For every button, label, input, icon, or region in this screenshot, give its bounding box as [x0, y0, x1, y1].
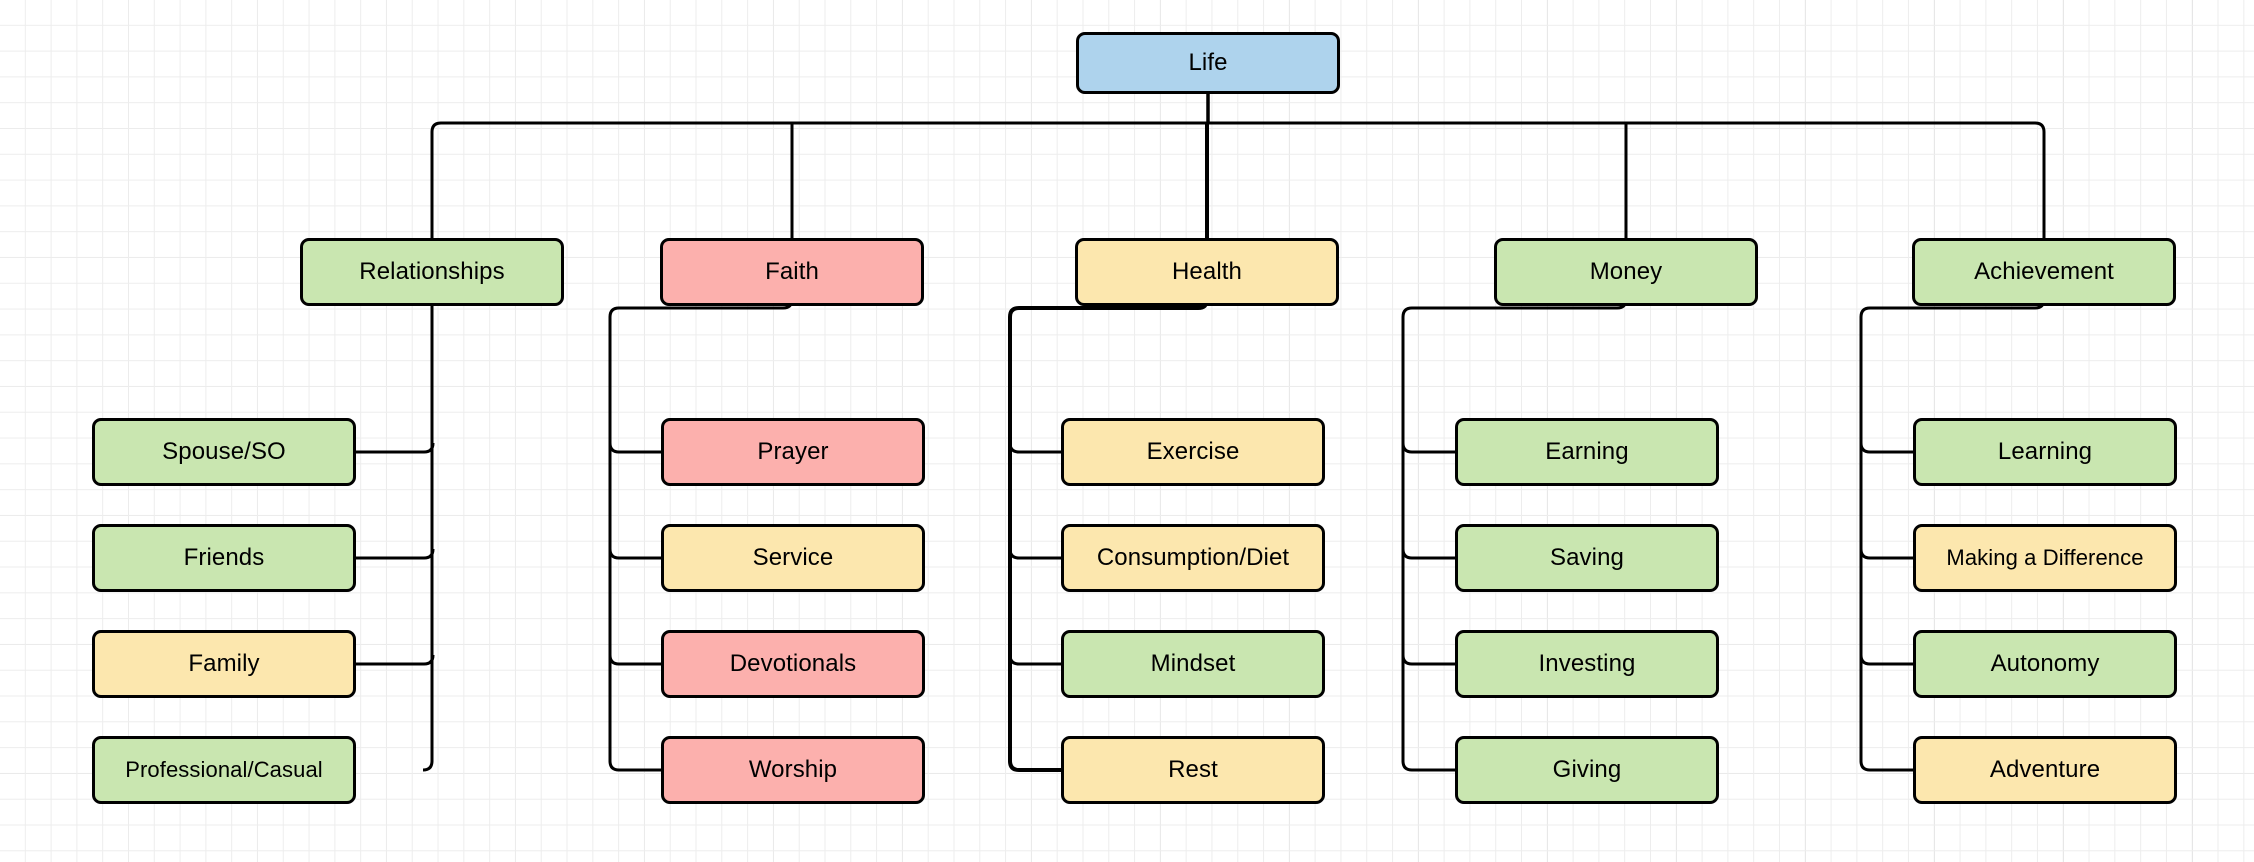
edge-leaf-1-2: [608, 654, 661, 666]
node-label: Relationships: [359, 257, 505, 285]
leaf-node-relationships-3[interactable]: Professional/Casual: [92, 736, 356, 804]
node-label: Health: [1172, 257, 1242, 285]
edge-leaf-0-2: [356, 654, 435, 666]
leaf-node-money-2[interactable]: Investing: [1455, 630, 1719, 698]
leaf-node-faith-2[interactable]: Devotionals: [661, 630, 925, 698]
edge-leaf-2-2: [1008, 654, 1061, 666]
node-label: Life: [1188, 48, 1228, 76]
branch-node-faith[interactable]: Faith: [660, 238, 924, 306]
edge-leaf-2-0: [1008, 442, 1061, 454]
leaf-node-achievement-1[interactable]: Making a Difference: [1913, 524, 2177, 592]
node-label: Prayer: [757, 437, 829, 465]
node-label: Rest: [1168, 755, 1218, 783]
node-label: Learning: [1997, 437, 2093, 465]
edge-leaf-0-1: [356, 548, 435, 560]
node-label: Friends: [183, 543, 265, 571]
node-label: Making a Difference: [1946, 544, 2144, 570]
node-label: Worship: [748, 755, 838, 783]
edge-leaf-4-2: [1859, 654, 1913, 666]
leaf-node-health-1[interactable]: Consumption/Diet: [1061, 524, 1325, 592]
leaf-node-faith-1[interactable]: Service: [661, 524, 925, 592]
node-label: Saving: [1550, 543, 1624, 571]
node-label: Achievement: [1974, 257, 2114, 285]
node-label: Money: [1589, 257, 1663, 285]
edge-leaf-4-1: [1859, 548, 1913, 560]
leaf-node-relationships-2[interactable]: Family: [92, 630, 356, 698]
diagram-canvas[interactable]: Spouse/SO Friends Family Professional/Casua…: [0, 0, 2254, 862]
branch-node-achievement[interactable]: Achievement: [1912, 238, 2176, 306]
edge-leaf-0-0: [356, 442, 435, 454]
leaf-node-achievement-2[interactable]: Autonomy: [1913, 630, 2177, 698]
leaf-node-faith-3[interactable]: Worship: [661, 736, 925, 804]
leaf-node-achievement-3[interactable]: Adventure: [1913, 736, 2177, 804]
node-label: Autonomy: [1990, 649, 2100, 677]
edge-leaf-4-0: [1859, 442, 1913, 454]
node-label: Exercise: [1146, 437, 1240, 465]
node-label: Service: [752, 543, 834, 571]
edge-top-bus: [430, 121, 2046, 238]
edge-leaf-3-1: [1401, 548, 1455, 560]
node-label: Family: [188, 649, 260, 677]
node-label: Spouse/SO: [162, 437, 286, 465]
node-label: Consumption/Diet: [1096, 543, 1290, 571]
leaf-node-faith-0[interactable]: Prayer: [661, 418, 925, 486]
leaf-node-relationships-0[interactable]: Spouse/SO: [92, 418, 356, 486]
leaf-node-achievement-0[interactable]: Learning: [1913, 418, 2177, 486]
leaf-node-health-2[interactable]: Mindset: [1061, 630, 1325, 698]
leaf-node-health-0[interactable]: Exercise: [1061, 418, 1325, 486]
leaf-node-relationships-1[interactable]: Friends: [92, 524, 356, 592]
node-label: Investing: [1538, 649, 1636, 677]
node-label: Mindset: [1150, 649, 1236, 677]
edge-leaf-1-0: [608, 442, 661, 454]
leaf-node-money-1[interactable]: Saving: [1455, 524, 1719, 592]
edge-leaf-2-1: [1008, 548, 1061, 560]
edge-leaf-3-2: [1401, 654, 1455, 666]
node-label: Giving: [1552, 755, 1622, 783]
branch-node-relationships[interactable]: Relationships: [300, 238, 564, 306]
edge-bus-0: [422, 306, 434, 772]
node-label: Adventure: [1989, 755, 2101, 783]
edge-leaf-3-0: [1401, 442, 1455, 454]
node-label: Professional/Casual: [125, 756, 323, 782]
edge-leaf-1-1: [608, 548, 661, 560]
node-label: Devotionals: [729, 649, 857, 677]
branch-node-money[interactable]: Money: [1494, 238, 1758, 306]
node-label: Faith: [765, 257, 819, 285]
branch-node-health[interactable]: Health: [1075, 238, 1339, 306]
leaf-node-money-0[interactable]: Earning: [1455, 418, 1719, 486]
root-node-life[interactable]: Life: [1076, 32, 1340, 94]
leaf-node-money-3[interactable]: Giving: [1455, 736, 1719, 804]
node-label: Earning: [1545, 437, 1629, 465]
leaf-node-health-3[interactable]: Rest: [1061, 736, 1325, 804]
